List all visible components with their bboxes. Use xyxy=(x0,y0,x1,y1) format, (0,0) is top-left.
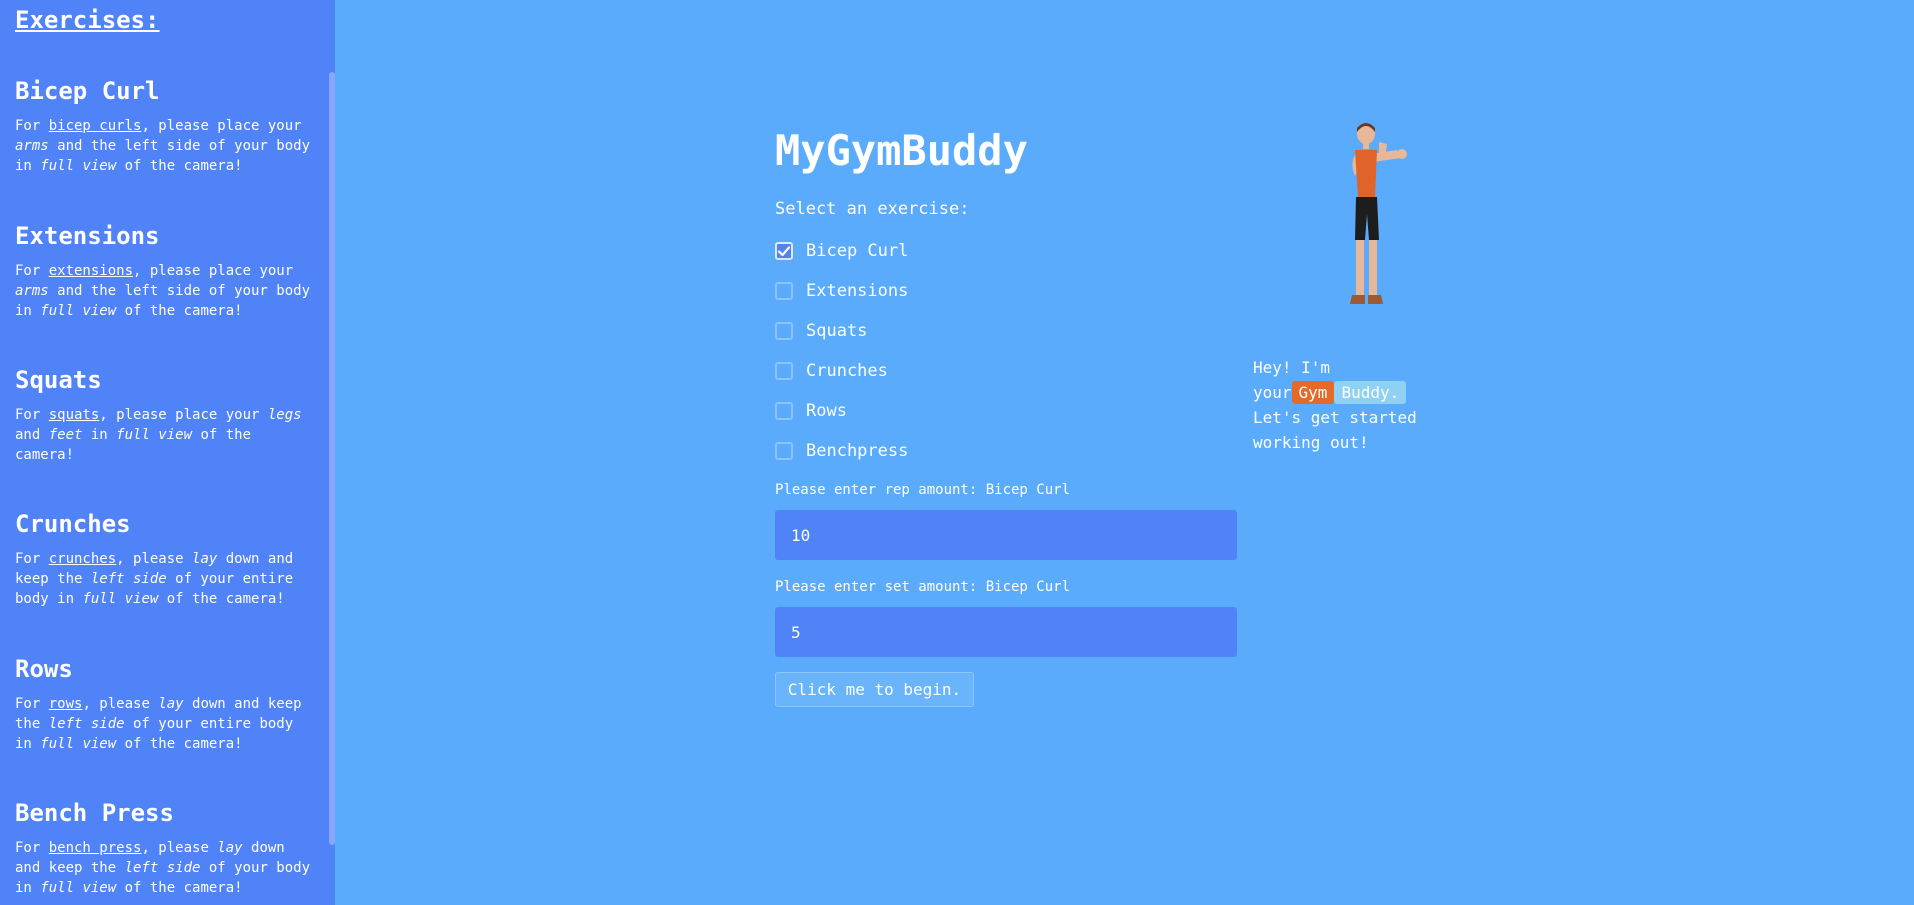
exercise-name: Bench Press xyxy=(15,799,174,827)
option-label: Squats xyxy=(806,321,868,341)
checkbox-squats[interactable] xyxy=(775,322,793,340)
exercise-description: For squats, please place your legs and f… xyxy=(15,407,302,463)
greeting-line-2: your Gym Buddy. xyxy=(1253,380,1433,405)
exercise-info-extensions: Extensions For extensions, please place … xyxy=(15,221,315,321)
option-label: Benchpress xyxy=(806,441,909,461)
sidebar-scrollbar[interactable] xyxy=(329,72,335,845)
exercise-name: Crunches xyxy=(15,510,131,538)
exercise-description: For bicep curls, please place your arms … xyxy=(15,118,311,174)
gym-buddy-figure xyxy=(1350,123,1407,304)
exercise-description: For bench press, please lay down and kee… xyxy=(15,840,311,896)
exercise-description: For extensions, please place your arms a… xyxy=(15,263,311,319)
checkbox-extensions[interactable] xyxy=(775,282,793,300)
rep-amount-label: Please enter rep amount: Bicep Curl xyxy=(775,482,1071,498)
option-crunches[interactable]: Crunches xyxy=(775,359,888,383)
greeting-line-1: Hey! I'm xyxy=(1253,358,1331,377)
checkbox-benchpress[interactable] xyxy=(775,442,793,460)
begin-button[interactable]: Click me to begin. xyxy=(775,672,974,707)
exercise-name: Squats xyxy=(15,366,102,394)
option-label: Bicep Curl xyxy=(806,241,909,261)
exercise-description: For crunches, please lay down and keep t… xyxy=(15,551,294,607)
buddy-tag: Buddy. xyxy=(1334,381,1407,404)
exercise-name: Extensions xyxy=(15,222,160,250)
rep-amount-input[interactable] xyxy=(775,510,1237,560)
exercise-name: Rows xyxy=(15,655,73,683)
option-label: Rows xyxy=(806,401,847,421)
exercise-info-crunches: Crunches For crunches, please lay down a… xyxy=(15,509,315,609)
option-label: Crunches xyxy=(806,361,888,381)
exercise-info-rows: Rows For rows, please lay down and keep … xyxy=(15,654,315,754)
select-exercise-prompt: Select an exercise: xyxy=(775,199,970,219)
set-amount-input[interactable] xyxy=(775,607,1237,657)
checkbox-rows[interactable] xyxy=(775,402,793,420)
option-benchpress[interactable]: Benchpress xyxy=(775,439,908,463)
sidebar-title: Exercises: xyxy=(15,6,160,34)
option-bicep-curl[interactable]: Bicep Curl xyxy=(775,239,908,263)
checkmark-icon xyxy=(777,246,791,257)
greeting-line-3: Let's get started working out! xyxy=(1253,408,1417,452)
gym-tag: Gym xyxy=(1291,381,1335,404)
option-rows[interactable]: Rows xyxy=(775,399,847,423)
exercise-info-squats: Squats For squats, please place your leg… xyxy=(15,365,315,465)
exercise-description: For rows, please lay down and keep the l… xyxy=(15,696,302,752)
option-label: Extensions xyxy=(806,281,909,301)
set-amount-label: Please enter set amount: Bicep Curl xyxy=(775,579,1071,595)
checkbox-crunches[interactable] xyxy=(775,362,793,380)
app-title: MyGymBuddy xyxy=(775,126,1028,175)
exercise-info-bicep-curl: Bicep Curl For bicep curls, please place… xyxy=(15,76,315,176)
checkbox-bicep-curl[interactable] xyxy=(775,242,793,260)
exercise-info-bench-press: Bench Press For bench press, please lay … xyxy=(15,798,315,898)
exercise-name: Bicep Curl xyxy=(15,77,160,105)
buddy-greeting: Hey! I'm your Gym Buddy. Let's get started… xyxy=(1253,355,1433,455)
option-squats[interactable]: Squats xyxy=(775,319,867,343)
option-extensions[interactable]: Extensions xyxy=(775,279,908,303)
exercise-sidebar: Exercises: Bicep Curl For bicep curls, p… xyxy=(0,0,335,905)
